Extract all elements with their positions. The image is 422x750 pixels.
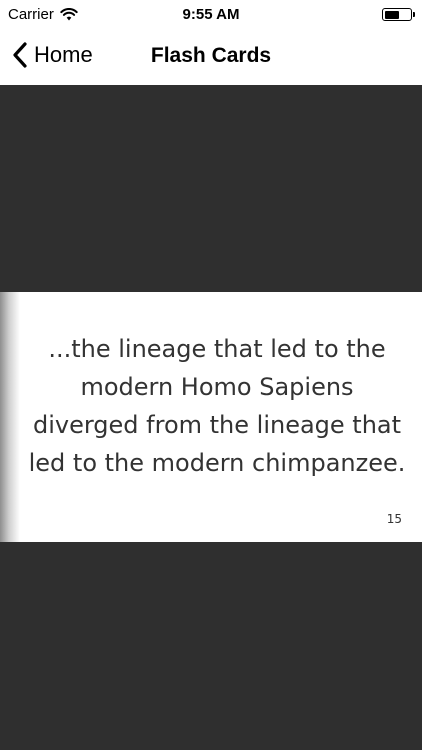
card-number: 15: [386, 512, 402, 526]
battery-icon: [382, 8, 415, 21]
card-viewer: ...the lineage that led to the modern Ho…: [0, 85, 422, 750]
back-button-label: Home: [34, 42, 93, 67]
status-bar: Carrier 9:55 AM: [0, 0, 422, 30]
card-text: ...the lineage that led to the modern Ho…: [28, 335, 406, 477]
battery-cap: [413, 12, 415, 17]
status-time: 9:55 AM: [182, 6, 240, 23]
back-button[interactable]: Home: [10, 41, 93, 69]
card-page-edge: [0, 292, 20, 542]
flash-card[interactable]: ...the lineage that led to the modern Ho…: [0, 292, 422, 542]
battery-level: [384, 10, 399, 19]
chevron-left-icon: [13, 42, 27, 68]
navigation-bar: Home Flash Cards: [0, 30, 422, 85]
